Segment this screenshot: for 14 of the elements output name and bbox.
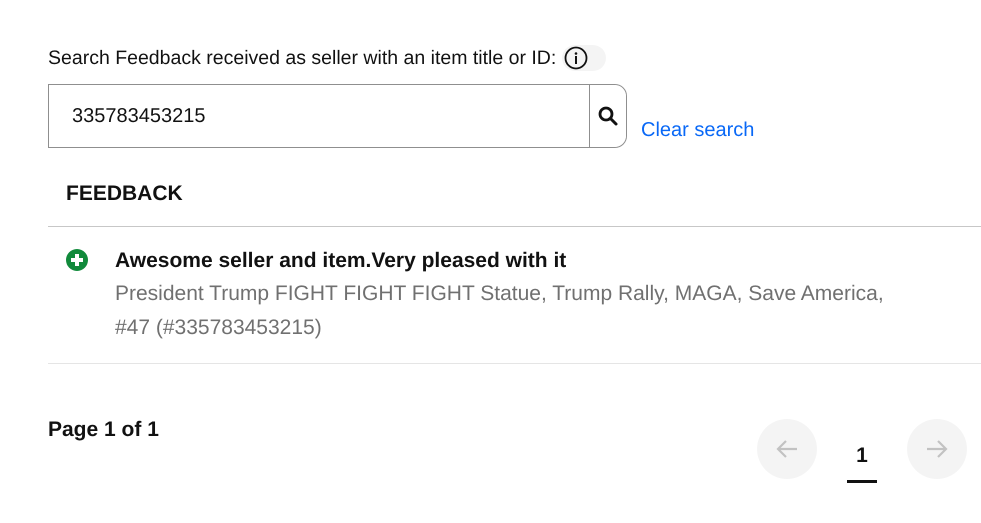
search-label: Search Feedback received as seller with an item title or ID: <box>48 46 556 70</box>
clear-search-link[interactable]: Clear search <box>641 119 754 142</box>
page-link[interactable]: 1 <box>847 428 877 483</box>
plus-circle-icon <box>66 249 88 271</box>
search-button[interactable] <box>589 85 626 147</box>
info-icon <box>564 46 588 70</box>
info-button[interactable] <box>562 45 606 71</box>
right-arrow-icon <box>926 439 948 459</box>
item-title: President Trump FIGHT FIGHT FIGHT Statue, Trump Rally, MAGA, Save America, #47 (#335783453215) <box>115 281 885 341</box>
page-summary: Page 1 of 1 <box>48 418 159 442</box>
column-heading: FEEDBACK <box>66 182 183 205</box>
feedback-comment: Awesome seller and item.Very pleased with it <box>115 248 568 274</box>
search-icon <box>597 105 619 127</box>
left-arrow-icon <box>776 439 798 459</box>
